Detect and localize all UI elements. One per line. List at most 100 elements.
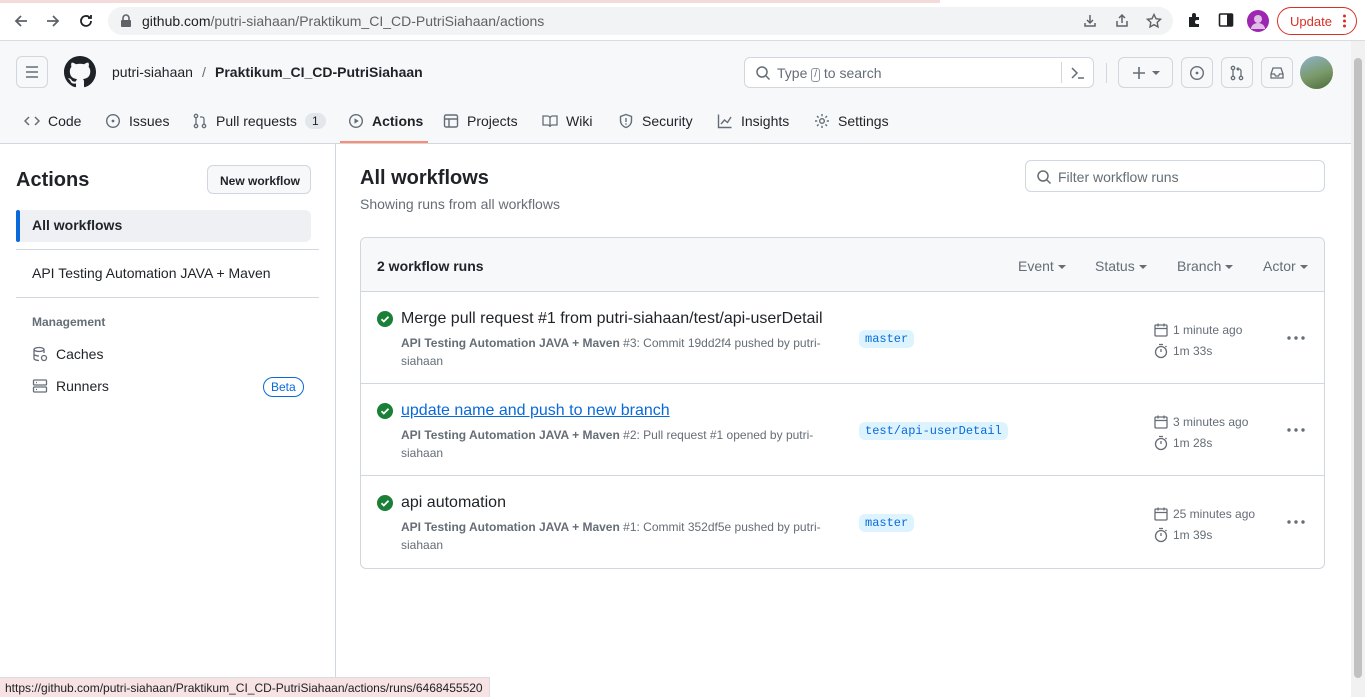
page-scrollbar[interactable] — [1354, 58, 1362, 678]
browser-update-button[interactable]: Update — [1277, 7, 1357, 35]
event-filter-dropdown[interactable]: Event — [1018, 258, 1066, 274]
search-input[interactable]: Type / to search — [744, 57, 1094, 88]
workflow-run-row[interactable]: api automation API Testing Automation JA… — [361, 476, 1324, 568]
tab-label: Insights — [741, 113, 790, 129]
reload-icon[interactable] — [75, 10, 97, 32]
browser-profile-avatar[interactable] — [1247, 10, 1269, 32]
page-title: All workflows — [360, 167, 489, 189]
run-title-link[interactable]: Merge pull request #1 from putri-siahaan… — [401, 310, 823, 328]
workflow-run-row[interactable]: Merge pull request #1 from putri-siahaan… — [361, 292, 1324, 384]
tab-wiki[interactable]: Wiki — [542, 111, 592, 131]
branch-label[interactable]: master — [859, 330, 915, 348]
run-title-link[interactable]: api automation — [401, 494, 506, 512]
sidebar-item-workflow[interactable]: API Testing Automation JAVA + Maven — [16, 258, 311, 290]
inbox-icon[interactable] — [1261, 57, 1293, 88]
extensions-icon[interactable] — [1186, 12, 1202, 31]
runs-list-header: 2 workflow runs Event Status Branch Acto… — [361, 238, 1324, 292]
branch-filter-dropdown[interactable]: Branch — [1177, 258, 1234, 274]
divider — [16, 249, 319, 250]
back-icon[interactable] — [10, 10, 32, 32]
runs-count: 2 workflow runs — [377, 258, 484, 274]
sidebar-item-caches[interactable]: Caches — [32, 346, 103, 362]
command-palette-icon[interactable] — [1070, 65, 1086, 84]
search-divider — [1061, 62, 1062, 83]
calendar-icon — [1154, 415, 1168, 429]
repo-header: putri-siahaan / Praktikum_CI_CD-PutriSia… — [0, 41, 1351, 144]
tab-label: Issues — [129, 113, 170, 129]
search-placeholder: Type / to search — [777, 65, 882, 82]
sidebar-item-all-workflows[interactable]: All workflows — [16, 210, 311, 242]
more-options-icon[interactable] — [1286, 330, 1306, 346]
tab-actions[interactable]: Actions — [348, 111, 423, 131]
table-icon — [443, 114, 459, 128]
link-hover-status: https://github.com/putri-siahaan/Praktik… — [0, 677, 490, 697]
more-options-icon[interactable] — [1286, 422, 1306, 438]
stopwatch-icon — [1154, 527, 1168, 543]
divider — [16, 297, 319, 298]
tab-label: Code — [48, 113, 82, 129]
menu-button[interactable] — [16, 56, 48, 88]
management-heading: Management — [32, 315, 106, 329]
github-logo-icon[interactable] — [64, 56, 96, 91]
address-bar[interactable]: github.com/putri-siahaan/Praktikum_CI_CD… — [108, 7, 1173, 35]
database-icon — [33, 346, 48, 362]
pull-request-count-badge: 1 — [304, 113, 326, 129]
owner-link[interactable]: putri-siahaan — [112, 64, 193, 80]
tab-label: Actions — [372, 113, 424, 129]
header-divider — [1106, 63, 1107, 83]
status-filter-dropdown[interactable]: Status — [1095, 258, 1147, 274]
issue-icon — [105, 113, 121, 129]
breadcrumb-separator: / — [202, 64, 206, 80]
forward-icon[interactable] — [42, 10, 64, 32]
browser-toolbar: github.com/putri-siahaan/Praktikum_CI_CD… — [0, 0, 1365, 41]
run-duration: 1m 33s — [1153, 343, 1212, 359]
stopwatch-icon — [1154, 343, 1168, 359]
beta-badge: Beta — [263, 377, 304, 397]
server-icon — [32, 379, 48, 393]
create-new-button[interactable] — [1118, 57, 1173, 88]
issues-icon[interactable] — [1181, 57, 1213, 88]
tab-code[interactable]: Code — [24, 111, 81, 131]
run-meta: API Testing Automation JAVA + Maven #2: … — [401, 428, 814, 460]
branch-label[interactable]: master — [859, 514, 915, 532]
success-check-icon — [377, 403, 393, 422]
run-meta: API Testing Automation JAVA + Maven #1: … — [401, 520, 821, 552]
tab-projects[interactable]: Projects — [443, 111, 518, 131]
repo-name-link[interactable]: Praktikum_CI_CD-PutriSiahaan — [215, 64, 423, 80]
branch-label[interactable]: test/api-userDetail — [859, 422, 1008, 440]
side-panel-icon[interactable] — [1218, 12, 1234, 31]
bookmark-star-icon[interactable] — [1145, 12, 1163, 29]
install-icon[interactable] — [1082, 13, 1098, 29]
more-options-icon[interactable] — [1286, 514, 1306, 530]
tab-issues[interactable]: Issues — [105, 111, 169, 131]
pull-request-icon — [193, 113, 207, 129]
new-workflow-button[interactable]: New workflow — [207, 165, 311, 194]
success-check-icon — [377, 311, 393, 330]
filter-runs-input[interactable]: Filter workflow runs — [1025, 160, 1325, 192]
run-duration: 1m 28s — [1153, 435, 1212, 451]
tab-pull-requests[interactable]: Pull requests 1 — [192, 111, 326, 131]
tab-label: Projects — [467, 113, 518, 129]
pull-requests-icon[interactable] — [1221, 57, 1253, 88]
tab-insights[interactable]: Insights — [717, 111, 789, 131]
sidebar-item-runners[interactable]: Runners — [32, 378, 109, 394]
run-meta: API Testing Automation JAVA + Maven #3: … — [401, 336, 821, 368]
user-avatar[interactable] — [1300, 56, 1333, 89]
sidebar-title: Actions — [16, 169, 90, 191]
search-icon — [1036, 169, 1052, 188]
gear-icon — [815, 114, 829, 128]
actor-filter-dropdown[interactable]: Actor — [1263, 258, 1308, 274]
calendar-icon — [1154, 323, 1168, 337]
tab-label: Wiki — [566, 113, 593, 129]
tab-settings[interactable]: Settings — [814, 111, 889, 131]
active-indicator — [16, 210, 20, 242]
run-title-link[interactable]: update name and push to new branch — [401, 402, 670, 420]
workflow-run-row[interactable]: update name and push to new branch API T… — [361, 384, 1324, 476]
book-icon — [542, 115, 558, 128]
active-tab-indicator — [340, 141, 428, 143]
search-icon — [755, 65, 771, 84]
tab-security[interactable]: Security — [618, 111, 693, 131]
share-icon[interactable] — [1114, 13, 1130, 29]
code-icon — [24, 116, 40, 126]
shield-icon — [619, 113, 633, 129]
